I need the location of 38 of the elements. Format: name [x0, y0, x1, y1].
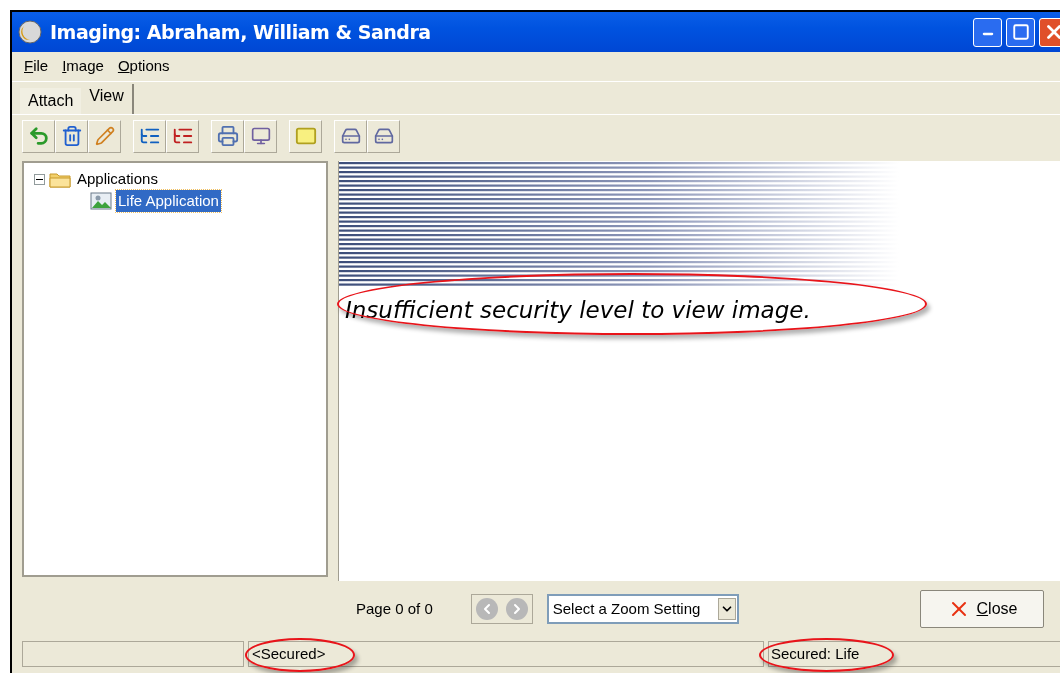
window-title: Imaging: Abraham, William & Sandra	[50, 19, 431, 45]
delete-button[interactable]	[55, 119, 88, 153]
tree-item[interactable]: Life Application	[116, 189, 221, 213]
close-button[interactable]: Close	[920, 590, 1044, 628]
print-button[interactable]	[211, 119, 244, 153]
mail-button[interactable]	[289, 119, 322, 153]
tab[interactable]: Attach	[20, 88, 82, 114]
add-node-button[interactable]	[133, 119, 166, 153]
status-text: <Secured>	[252, 643, 326, 664]
scanner-icon	[373, 126, 394, 146]
page-indicator: Page 0 of 0	[356, 598, 433, 619]
close-window-button[interactable]	[1039, 17, 1060, 47]
trash-icon	[60, 125, 83, 147]
maximize-icon	[1011, 23, 1030, 41]
monitor-icon	[250, 126, 271, 146]
maximize-button[interactable]	[1006, 17, 1035, 47]
menu-item[interactable]: Options	[117, 55, 170, 78]
menu-item[interactable]: Image	[62, 55, 104, 78]
scan-settings-button[interactable]	[367, 119, 400, 153]
status-text: Secured: Life	[771, 643, 860, 664]
app-logo-icon	[18, 20, 42, 44]
undo-icon	[27, 125, 50, 147]
edit-button[interactable]	[88, 119, 121, 153]
tree-item[interactable]: Applications	[75, 167, 160, 191]
undo-button[interactable]	[22, 119, 55, 153]
minimize-button[interactable]	[973, 17, 1002, 47]
collapse-toggle[interactable]	[34, 173, 45, 185]
scan-button[interactable]	[334, 119, 367, 153]
folder-icon	[49, 170, 71, 188]
image-file-icon	[90, 192, 112, 210]
security-message: Insufficient security level to view image.	[345, 296, 811, 325]
zoom-select[interactable]: Select a Zoom Setting	[546, 594, 739, 624]
pencil-icon	[94, 126, 115, 146]
printer-icon	[216, 125, 239, 147]
monitor-button[interactable]	[244, 119, 277, 153]
remove-node-button[interactable]	[166, 119, 199, 153]
scanner-icon	[340, 126, 361, 146]
menu-item[interactable]: File	[24, 55, 49, 78]
